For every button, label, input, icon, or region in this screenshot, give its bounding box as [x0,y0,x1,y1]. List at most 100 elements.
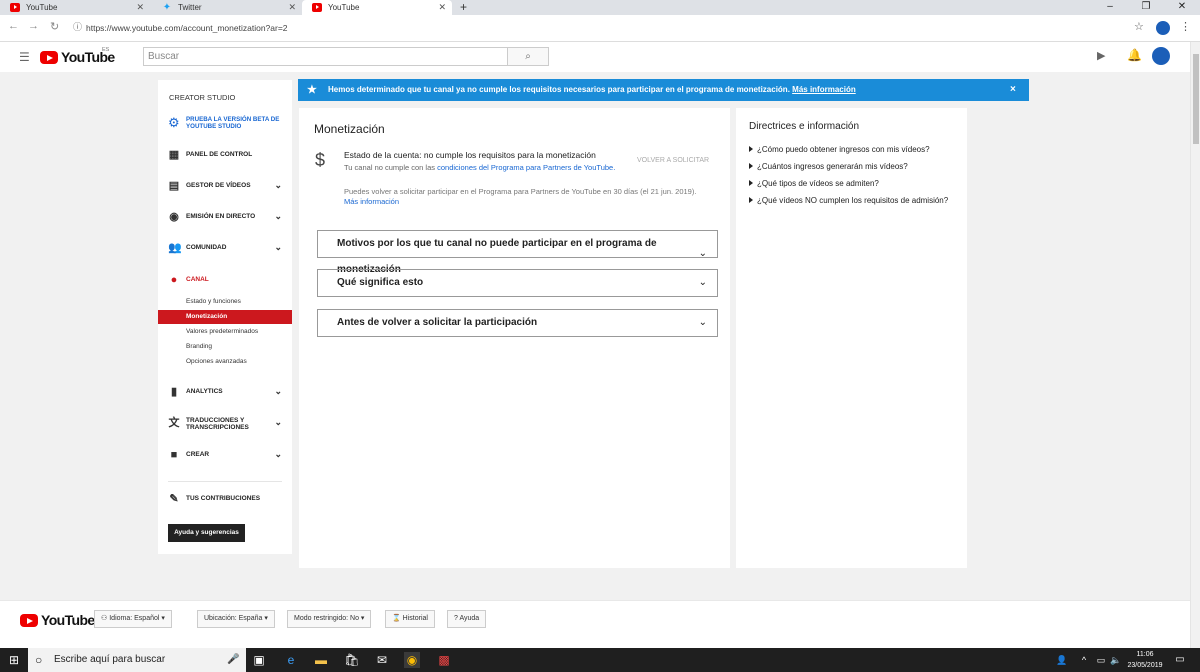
scrollbar-thumb[interactable] [1193,54,1199,144]
people-icon[interactable]: 👤 [1054,652,1070,668]
chrome-icon[interactable]: ◉ [404,652,420,668]
reapply-more-info-link[interactable]: Más información [344,197,399,206]
accordion-what-it-means[interactable]: Qué significa esto ⌄ [317,269,718,297]
sidebar-item-video-manager[interactable]: ▤ GESTOR DE VÍDEOS ⌄ [158,175,292,197]
back-icon[interactable]: ← [8,20,19,32]
windows-start-icon[interactable]: ⊞ [6,652,22,668]
window-close-icon[interactable]: ✕ [1164,0,1200,14]
translate-icon: 文 [168,417,180,429]
sidebar-item-label: TUS CONTRIBUCIONES [186,495,261,502]
analytics-icon: ▮ [170,386,178,398]
chevron-down-icon: ⌄ [698,317,707,328]
sidebar-item-dashboard[interactable]: ▦ PANEL DE CONTROL [158,144,292,166]
reapply-button[interactable]: VOLVER A SOLICITAR [637,152,709,170]
sidebar-item-translations[interactable]: 文 TRADUCCIONES Y TRANSCRIPCIONES ⌄ [158,412,292,438]
reapply-note-text: Puedes volver a solicitar participar en … [344,187,697,196]
sidebar-item-analytics[interactable]: ▮ ANALYTICS ⌄ [158,381,292,403]
network-icon[interactable]: ▭ [1093,652,1109,668]
close-icon[interactable]: ✕ [438,0,446,15]
store-icon[interactable]: 🛍 [344,652,360,668]
forward-icon[interactable]: → [28,20,39,32]
guideline-link-video-types[interactable]: ¿Qué tipos de vídeos se admiten? [749,179,879,189]
edge-browser-icon[interactable]: e [283,652,299,668]
language-selector[interactable]: ⚇ Idioma: Español ▾ [94,610,172,628]
youtube-play-icon [20,614,38,627]
sidebar-item-label: CANAL [186,276,209,283]
taskbar-search-input[interactable]: ○ Escribe aquí para buscar 🎤 [28,648,246,672]
search-button[interactable]: ⌕ [507,47,549,66]
sidebar-item-channel[interactable]: ● CANAL [158,269,292,291]
app-icon[interactable]: ▩ [436,652,452,668]
browser-tab-twitter[interactable]: ✦ Twitter ✕ [152,0,302,15]
hourglass-icon: ⌛ [392,615,401,622]
help-feedback-button[interactable]: Ayuda y sugerencias [168,524,245,542]
accordion-reasons[interactable]: Motivos por los que tu canal no puede pa… [317,230,718,275]
sidebar-item-live[interactable]: ◉ EMISIÓN EN DIRECTO ⌄ [158,206,292,228]
contributions-icon: ✎ [169,493,179,505]
notice-more-info-link[interactable]: Más información [792,85,856,94]
sidebar-item-community[interactable]: 👥 COMUNIDAD ⌄ [158,237,292,259]
restricted-mode-selector[interactable]: Modo restringido: No ▾ [287,610,372,628]
reload-icon[interactable]: ↻ [50,20,59,33]
close-icon[interactable]: ✕ [136,0,144,15]
close-icon[interactable]: ✕ [288,0,296,15]
chevron-down-icon[interactable]: ⌄ [274,449,282,460]
url-field[interactable]: https://www.youtube.com/account_monetiza… [86,21,288,35]
volume-icon[interactable]: 🔈 [1108,652,1124,668]
notifications-bell-icon[interactable]: 🔔 [1127,48,1142,62]
youtube-play-icon [40,51,58,64]
hamburger-menu-icon[interactable]: ☰ [19,50,30,64]
guideline-link-earn[interactable]: ¿Cómo puedo obtener ingresos con mis víd… [749,145,930,155]
chevron-down-icon[interactable]: ⌄ [274,417,282,428]
sidebar-item-label: TRADUCCIONES Y TRANSCRIPCIONES [186,417,249,431]
accordion-before-reapplying[interactable]: Antes de volver a solicitar la participa… [317,309,718,337]
sidebar-item-create[interactable]: ■ CREAR ⌄ [158,444,292,466]
task-view-icon[interactable]: ▣ [251,652,267,668]
footer-youtube-logo[interactable]: YouTube [20,611,95,629]
taskbar-clock[interactable]: 11:06 23/05/2019 [1126,649,1164,671]
profile-avatar[interactable] [1156,21,1170,35]
notification-center-icon[interactable]: ▭ [1172,652,1188,668]
notice-close-icon[interactable]: × [1010,79,1016,101]
file-explorer-icon[interactable]: ▬ [313,652,329,668]
browser-tab-youtube-1[interactable]: YouTube ✕ [0,0,150,15]
chevron-down-icon[interactable]: ⌄ [274,180,282,191]
bookmark-star-icon[interactable]: ☆ [1134,20,1144,33]
partner-program-terms-link[interactable]: condiciones del Programa para Partners d… [437,163,615,172]
tray-chevron-icon[interactable]: ^ [1076,652,1092,668]
account-avatar[interactable] [1152,47,1170,65]
help-button[interactable]: ? Ayuda [447,610,487,628]
sidebar-item-contributions[interactable]: ✎ TUS CONTRIBUCIONES [158,488,292,510]
logo-text: YouTube [41,612,95,628]
info-icon[interactable]: ⓘ [73,20,82,33]
chevron-down-icon[interactable]: ⌄ [274,242,282,253]
restore-icon[interactable]: ❐ [1128,0,1164,14]
minimize-icon[interactable]: – [1092,0,1128,14]
browser-tab-youtube-active[interactable]: YouTube ✕ [302,0,452,15]
history-button[interactable]: ⌛ Historial [385,610,435,628]
guideline-link-revenue[interactable]: ¿Cuántos ingresos generarán mis vídeos? [749,162,908,172]
sidebar-subitem-advanced[interactable]: Opciones avanzadas [158,355,292,369]
chevron-down-icon[interactable]: ⌄ [274,211,282,222]
microphone-icon[interactable]: 🎤 [227,648,239,672]
menu-icon[interactable]: ⋮ [1180,20,1191,33]
monetization-card: Monetización $ Estado de la cuenta: no c… [299,108,730,568]
sidebar-subitem-defaults[interactable]: Valores predeterminados [158,325,292,339]
upload-video-icon[interactable]: ▶ [1097,49,1105,62]
youtube-logo[interactable]: YouTube ES [40,47,115,68]
new-tab-button[interactable]: + [460,0,467,15]
guideline-link-ineligible[interactable]: ¿Qué vídeos NO cumplen los requisitos de… [749,196,948,206]
twitter-icon: ✦ [162,2,172,13]
page-scrollbar[interactable] [1190,42,1200,648]
sidebar-item-studio-beta[interactable]: ⚙ PRUEBA LA VERSIÓN BETA DE YOUTUBE STUD… [158,114,292,134]
sidebar-item-label: COMUNIDAD [186,244,227,251]
chevron-down-icon[interactable]: ⌄ [274,386,282,397]
sidebar-subitem-status[interactable]: Estado y funciones [158,295,292,309]
mail-icon[interactable]: ✉ [374,652,390,668]
location-selector[interactable]: Ubicación: España ▾ [197,610,275,628]
accordion-title: Qué significa esto [337,277,424,288]
search-input[interactable]: Buscar [143,47,508,66]
sidebar-beta-label: PRUEBA LA VERSIÓN BETA DE YOUTUBE STUDIO [186,116,280,130]
sidebar-subitem-branding[interactable]: Branding [158,340,292,354]
sidebar-subitem-monetization[interactable]: Monetización [158,310,292,324]
